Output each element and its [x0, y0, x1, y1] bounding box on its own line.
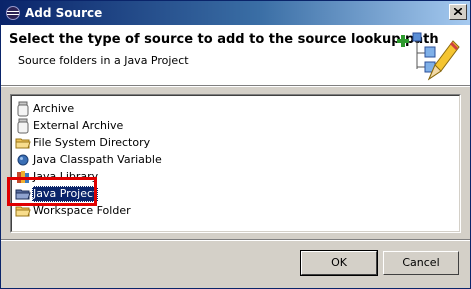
close-icon: [454, 8, 462, 15]
add-source-wizard-icon: [397, 32, 460, 81]
source-type-list[interactable]: Archive External Archive File System Dir…: [10, 94, 461, 233]
banner-separator: [1, 85, 470, 87]
eclipse-window-icon: [6, 6, 20, 20]
banner-title: Select the type of source to add to the …: [9, 32, 439, 47]
banner-description: Source folders in a Java Project: [18, 54, 189, 67]
close-button[interactable]: [449, 4, 467, 20]
button-bar-separator: [1, 239, 470, 241]
annotation-highlight-box: [7, 177, 97, 206]
wizard-banner: Select the type of source to add to the …: [1, 25, 470, 85]
jar-icon: [17, 118, 29, 134]
jar-icon: [17, 101, 29, 117]
cancel-button[interactable]: Cancel: [383, 251, 459, 275]
folder-icon: [15, 138, 31, 149]
add-source-dialog: Add Source Select the type of source to …: [0, 0, 471, 289]
ok-button[interactable]: OK: [300, 250, 378, 276]
title-bar[interactable]: Add Source: [1, 1, 470, 25]
variable-icon: [17, 154, 29, 166]
window-title: Add Source: [25, 6, 103, 20]
